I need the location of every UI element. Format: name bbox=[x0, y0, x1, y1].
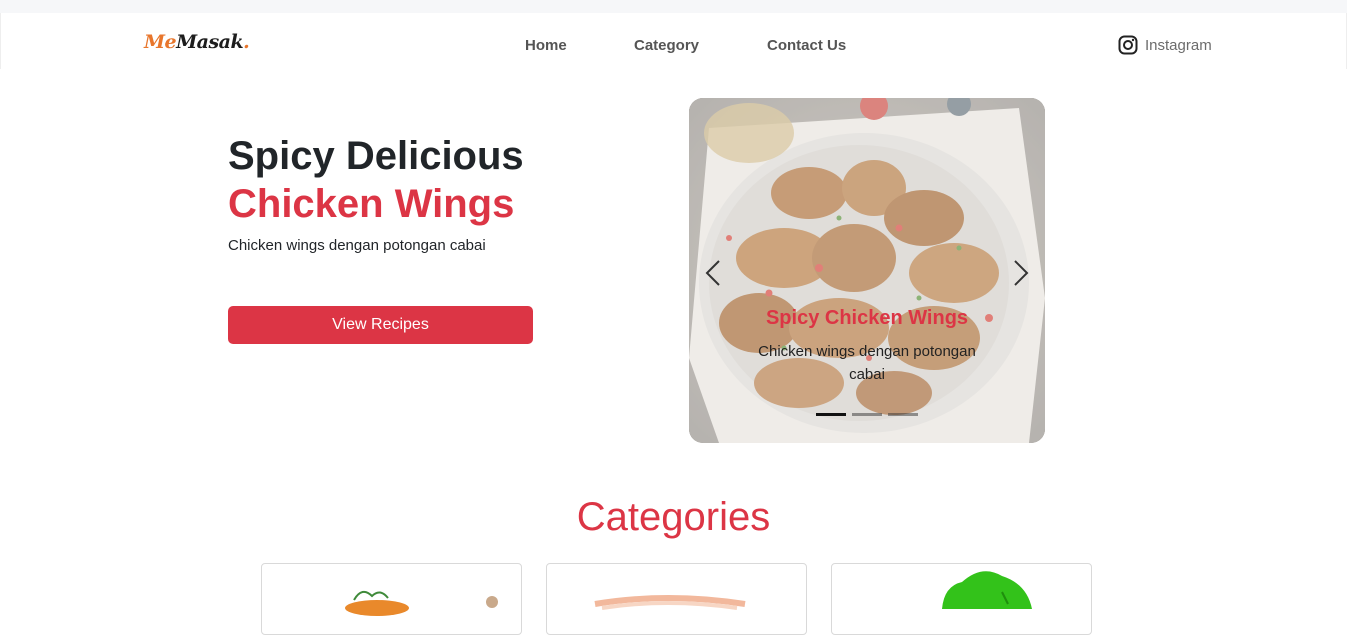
categories-title: Categories bbox=[576, 495, 771, 539]
carousel-prev-icon[interactable] bbox=[699, 258, 729, 288]
carousel-indicators bbox=[816, 413, 918, 416]
nav-contact-us[interactable]: Contact Us bbox=[767, 37, 846, 54]
hero-title-line1: Spicy Delicious bbox=[228, 134, 524, 178]
instagram-link[interactable]: Instagram bbox=[1118, 35, 1212, 55]
brand-dot: . bbox=[243, 31, 250, 53]
drink-icon bbox=[594, 595, 746, 610]
carousel-next-icon[interactable] bbox=[1005, 258, 1035, 288]
hero-subtitle: Chicken wings dengan potongan cabai bbox=[228, 237, 486, 254]
brand-logo[interactable]: MeMasak. bbox=[144, 31, 250, 53]
view-recipes-button[interactable]: View Recipes bbox=[228, 306, 533, 344]
carousel-caption-text: Chicken wings dengan potongan cabai bbox=[758, 343, 976, 383]
instagram-icon bbox=[1118, 35, 1138, 55]
instagram-label: Instagram bbox=[1145, 36, 1212, 54]
category-card-3[interactable] bbox=[831, 563, 1092, 635]
navbar: MeMasak. Home Category Contact Us Instag… bbox=[0, 13, 1347, 69]
hero-title-line2: Chicken Wings bbox=[228, 182, 515, 226]
carousel-indicator-1[interactable] bbox=[816, 413, 846, 416]
nav-home[interactable]: Home bbox=[525, 37, 567, 54]
nav-category[interactable]: Category bbox=[634, 37, 699, 54]
category-card-2[interactable] bbox=[546, 563, 807, 635]
brand-masak: Masak bbox=[176, 31, 244, 53]
carousel-caption-title: Spicy Chicken Wings bbox=[765, 307, 969, 329]
vegetable-icon bbox=[942, 571, 1032, 609]
brand-me: Me bbox=[144, 31, 177, 53]
hero-title: Spicy Delicious Chicken Wings bbox=[228, 132, 524, 228]
hero-carousel: Spicy Chicken Wings Chicken wings dengan… bbox=[689, 98, 1045, 443]
carousel-indicator-3[interactable] bbox=[888, 413, 918, 416]
category-card-1[interactable] bbox=[261, 563, 522, 635]
top-strip bbox=[0, 0, 1347, 13]
carousel-indicator-2[interactable] bbox=[852, 413, 882, 416]
fried-chicken-image bbox=[689, 98, 1045, 443]
noodle-dish-icon bbox=[345, 590, 498, 616]
